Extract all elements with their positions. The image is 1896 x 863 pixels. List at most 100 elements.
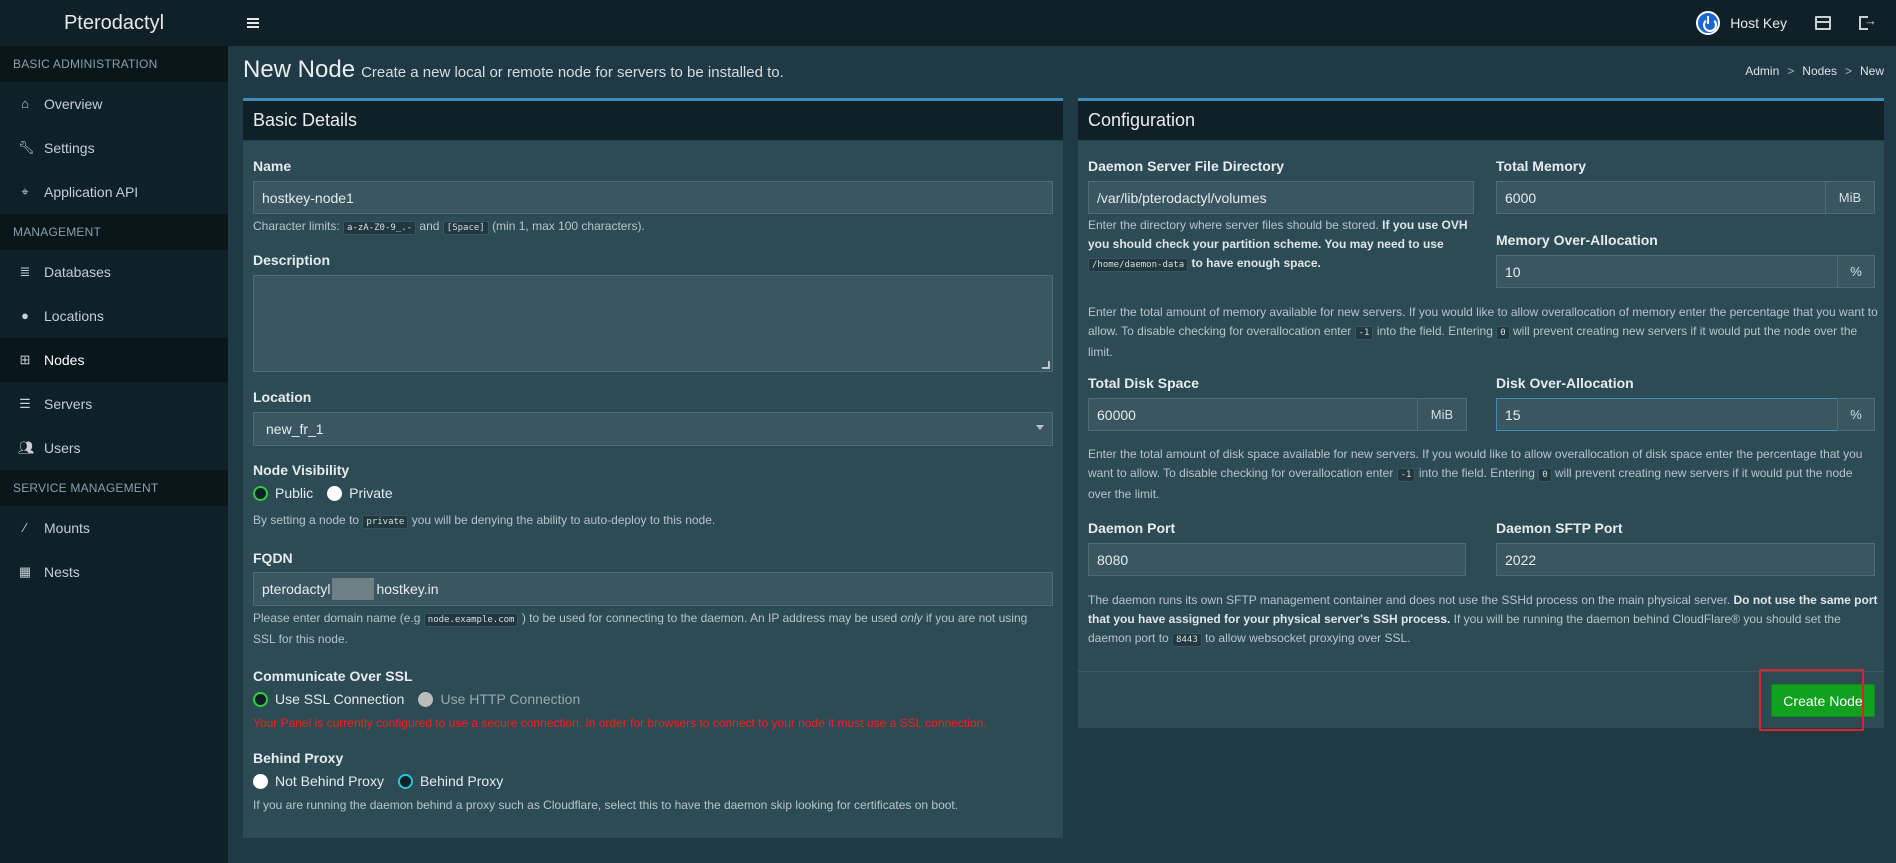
sidebar-header-service: SERVICE MANAGEMENT: [0, 470, 228, 506]
sidebar-item-label: Locations: [44, 308, 104, 324]
sidebar-item-locations[interactable]: ● Locations: [0, 294, 228, 338]
visibility-help: By setting a node to private you will be…: [253, 513, 716, 529]
page-subtitle: Create a new local or remote node for se…: [361, 64, 784, 81]
sidebar-item-mounts[interactable]: ⁄ Mounts: [0, 506, 228, 550]
sidebar-header-management: MANAGEMENT: [0, 214, 228, 250]
sidebar-item-overview[interactable]: ⌂ Overview: [0, 82, 228, 126]
daemon-port-input[interactable]: 8080: [1088, 543, 1466, 576]
behind-proxy-radio[interactable]: [397, 773, 413, 789]
description-textarea[interactable]: [253, 275, 1053, 372]
chevron-down-icon: [1036, 425, 1044, 430]
sidebar-item-nodes[interactable]: ⊞ Nodes: [0, 338, 228, 382]
total-disk-input[interactable]: 60000: [1088, 398, 1418, 431]
database-icon: ≣: [19, 264, 31, 279]
not-behind-proxy-label[interactable]: Not Behind Proxy: [275, 773, 384, 789]
disk-unit-addon: MiB: [1417, 398, 1467, 431]
ssl-http-radio: [418, 691, 434, 707]
visibility-private-label[interactable]: Private: [349, 485, 393, 501]
name-help: Character limits: a-zA-Z0-9_.- and [Spac…: [253, 219, 645, 235]
sidebar-item-servers[interactable]: ☰ Servers: [0, 382, 228, 426]
wrench-icon: 🔧︎: [18, 140, 35, 155]
directory-input[interactable]: /var/lib/pterodactyl/volumes: [1088, 181, 1474, 214]
globe-icon: ●: [21, 308, 29, 323]
sidebar-item-label: Application API: [44, 184, 139, 200]
top-navbar: Pterodactyl Host Key: [0, 0, 1896, 46]
ssl-https-label[interactable]: Use SSL Connection: [275, 691, 404, 707]
disk-help: Enter the total amount of disk space ava…: [1088, 447, 1863, 501]
location-selected-value: new_fr_1: [266, 421, 324, 437]
total-memory-input[interactable]: 6000: [1496, 181, 1826, 214]
redacted-block: [332, 578, 375, 600]
behind-proxy-label[interactable]: Behind Proxy: [420, 773, 503, 789]
visibility-public-radio[interactable]: [253, 485, 268, 501]
location-label: Location: [253, 389, 312, 405]
memory-overallocation-label: Memory Over-Allocation: [1496, 232, 1658, 248]
fqdn-input[interactable]: pterodactyl hostkey.in: [253, 572, 1053, 606]
daemon-port-label: Daemon Port: [1088, 520, 1176, 536]
sidebar-item-application-api[interactable]: ⌖ Application API: [0, 170, 228, 214]
description-label: Description: [253, 252, 331, 268]
sidebar-item-nests[interactable]: ▦ Nests: [0, 550, 228, 594]
fqdn-label: FQDN: [253, 550, 293, 566]
panel-title: Basic Details: [243, 101, 1063, 141]
sidebar-item-users[interactable]: 👥︎ Users: [0, 426, 228, 470]
page-header: New Node Create a new local or remote no…: [243, 56, 784, 84]
proxy-label: Behind Proxy: [253, 750, 344, 766]
users-icon: 👥︎: [18, 440, 35, 455]
memory-overallocation-input[interactable]: 10: [1496, 255, 1838, 288]
th-large-icon: ▦: [18, 564, 32, 579]
logout-icon[interactable]: [1859, 13, 1877, 30]
server-list-icon[interactable]: [1815, 16, 1831, 30]
breadcrumb-admin[interactable]: Admin: [1745, 64, 1779, 78]
highlight-box: [1759, 669, 1864, 731]
port-help: The daemon runs its own SFTP management …: [1088, 593, 1878, 647]
ssl-https-radio[interactable]: [253, 691, 268, 707]
visibility-options: Public Private: [253, 485, 407, 501]
memory-overallocation-unit: %: [1837, 255, 1875, 288]
sidebar-toggle-icon[interactable]: [242, 0, 264, 46]
server-icon: ☰: [19, 396, 31, 411]
sidebar-item-settings[interactable]: 🔧︎ Settings: [0, 126, 228, 170]
sidebar-item-label: Nodes: [44, 352, 85, 368]
name-input[interactable]: hostkey-node1: [253, 181, 1053, 214]
sidebar-item-label: Users: [44, 440, 81, 456]
user-menu[interactable]: Host Key: [1696, 11, 1787, 35]
home-icon: ⌂: [21, 96, 29, 111]
resize-handle-icon[interactable]: [1042, 361, 1050, 369]
fqdn-value-part2: hostkey.in: [376, 581, 439, 597]
configuration-panel: Configuration Daemon Server File Directo…: [1078, 98, 1884, 728]
memory-help: Enter the total amount of memory availab…: [1088, 305, 1878, 359]
app-logo[interactable]: Pterodactyl: [0, 0, 228, 46]
ssl-options: Use SSL Connection Use HTTP Connection: [253, 691, 594, 707]
sidebar: BASIC ADMINISTRATION ⌂ Overview 🔧︎ Setti…: [0, 46, 228, 863]
sidebar-header-basic: BASIC ADMINISTRATION: [0, 46, 228, 82]
fqdn-value-part1: pterodactyl: [262, 581, 331, 597]
fqdn-help: Please enter domain name (e.g node.examp…: [253, 611, 1028, 646]
basic-details-panel: Basic Details Name hostkey-node1 Charact…: [243, 98, 1063, 838]
sitemap-icon: ⊞: [19, 352, 31, 367]
user-name: Host Key: [1730, 15, 1787, 31]
location-select[interactable]: new_fr_1: [253, 412, 1053, 446]
breadcrumb-nodes[interactable]: Nodes: [1802, 64, 1837, 78]
gamepad-icon: ⌖: [21, 184, 29, 199]
disk-overallocation-unit: %: [1837, 398, 1875, 431]
disk-overallocation-label: Disk Over-Allocation: [1496, 375, 1634, 391]
magic-icon: ⁄: [23, 520, 27, 535]
proxy-options: Not Behind Proxy Behind Proxy: [253, 773, 517, 789]
disk-overallocation-input[interactable]: 15: [1496, 398, 1838, 431]
main-content: New Node Create a new local or remote no…: [228, 46, 1896, 863]
sidebar-item-databases[interactable]: ≣ Databases: [0, 250, 228, 294]
sftp-port-input[interactable]: 2022: [1496, 543, 1875, 576]
visibility-private-radio[interactable]: [327, 485, 343, 501]
sidebar-item-label: Mounts: [44, 520, 90, 536]
visibility-label: Node Visibility: [253, 462, 350, 478]
ssl-warning: Your Panel is currently configured to us…: [253, 716, 987, 730]
memory-unit-addon: MiB: [1825, 181, 1875, 214]
page-title: New Node: [243, 56, 356, 83]
visibility-public-label[interactable]: Public: [275, 485, 313, 501]
sidebar-item-label: Nests: [44, 564, 80, 580]
avatar: [1696, 11, 1721, 35]
sidebar-item-label: Databases: [44, 264, 111, 280]
sidebar-item-label: Overview: [44, 96, 103, 112]
not-behind-proxy-radio[interactable]: [253, 773, 268, 789]
